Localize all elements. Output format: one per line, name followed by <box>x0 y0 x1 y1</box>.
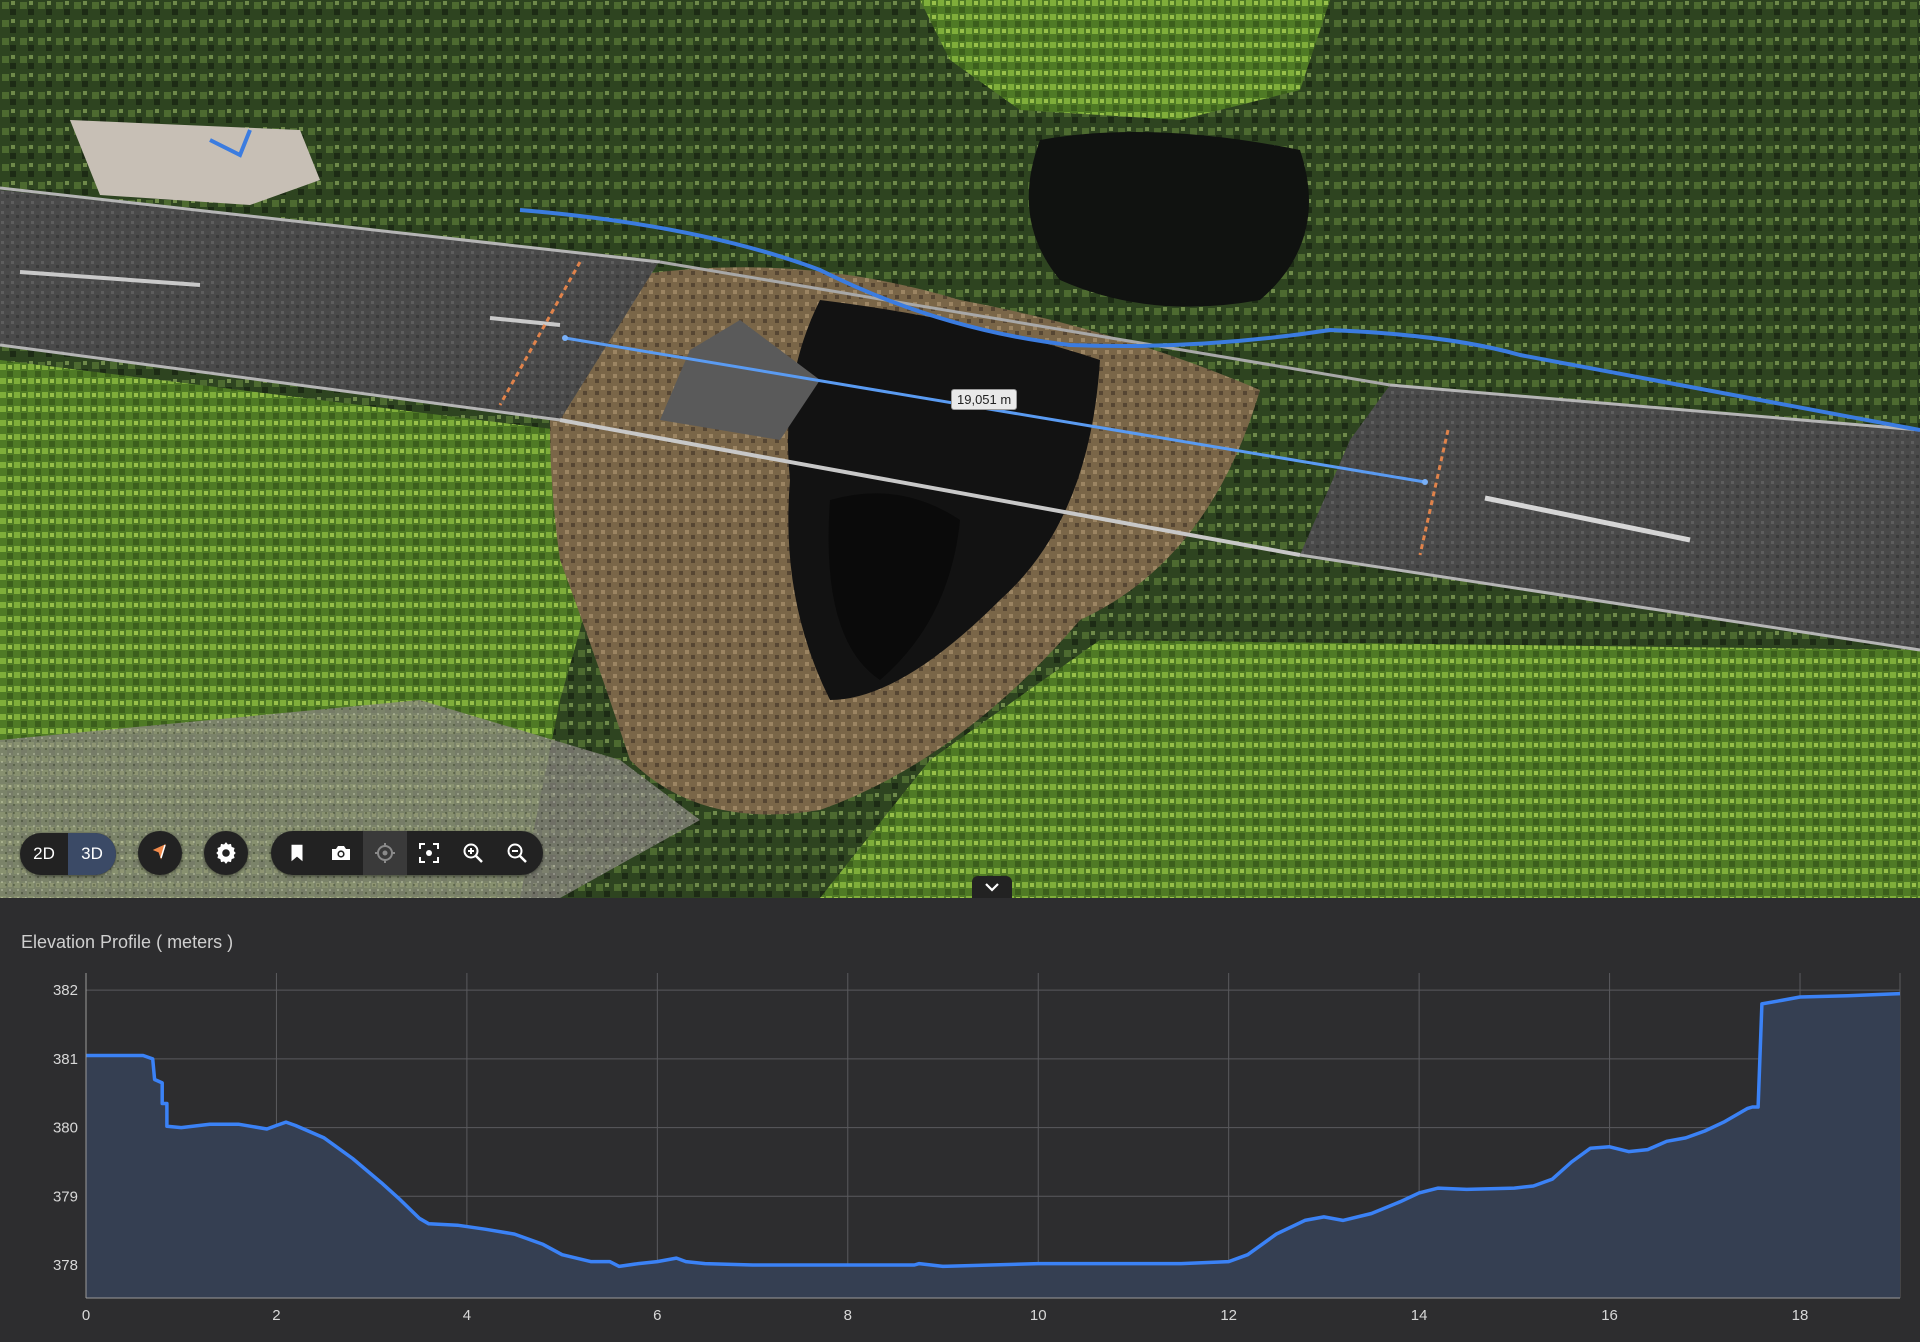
x-tick-label: 16 <box>1601 1307 1618 1324</box>
locate-button[interactable] <box>363 831 407 875</box>
collapse-profile-button[interactable] <box>972 876 1012 898</box>
bookmark-icon <box>291 844 303 862</box>
x-tick-label: 12 <box>1220 1307 1237 1324</box>
zoom-in-button[interactable] <box>451 831 495 875</box>
y-tick-label: 382 <box>53 982 78 999</box>
zoom-out-button[interactable] <box>495 831 539 875</box>
view-mode-toggle: 2D 3D <box>20 833 116 875</box>
view-tools-group <box>271 831 543 875</box>
select-tool-button[interactable] <box>138 831 182 875</box>
measurement-label: 19,051 m <box>951 389 1018 410</box>
x-tick-label: 6 <box>653 1307 661 1324</box>
x-tick-label: 10 <box>1030 1307 1047 1324</box>
x-tick-label: 0 <box>82 1307 90 1324</box>
y-tick-label: 380 <box>53 1120 78 1137</box>
y-tick-label: 381 <box>53 1051 78 1068</box>
mode-3d-button[interactable]: 3D <box>68 833 116 875</box>
settings-button[interactable] <box>204 831 248 875</box>
focus-icon <box>419 843 439 863</box>
x-tick-label: 18 <box>1792 1307 1809 1324</box>
elevation-area <box>86 993 1900 1298</box>
x-tick-label: 4 <box>463 1307 471 1324</box>
crosshair-icon <box>375 843 395 863</box>
point-cloud-scene[interactable] <box>0 0 1920 898</box>
point-cloud-viewer[interactable]: 19,051 m 2D 3D <box>0 0 1920 898</box>
focus-button[interactable] <box>407 831 451 875</box>
chevron-down-icon <box>985 883 999 892</box>
x-tick-label: 14 <box>1411 1307 1428 1324</box>
zoom-out-icon <box>507 843 527 863</box>
x-tick-label: 2 <box>272 1307 280 1324</box>
bookmark-button[interactable] <box>275 831 319 875</box>
screenshot-button[interactable] <box>319 831 363 875</box>
zoom-in-icon <box>463 843 483 863</box>
x-tick-label: 8 <box>844 1307 852 1324</box>
gear-icon <box>216 842 236 864</box>
elevation-chart[interactable]: 0 2 4 6 8 10 12 14 16 18 378 379 380 381 382 <box>0 898 1920 1342</box>
cursor-icon <box>152 844 166 860</box>
camera-icon <box>332 846 350 860</box>
y-tick-label: 379 <box>53 1188 78 1205</box>
y-tick-label: 378 <box>53 1257 78 1274</box>
elevation-profile-panel: Elevation Profile ( meters ) 0 2 4 6 8 10 12 14… <box>0 898 1920 1342</box>
mode-2d-button[interactable]: 2D <box>20 833 68 875</box>
